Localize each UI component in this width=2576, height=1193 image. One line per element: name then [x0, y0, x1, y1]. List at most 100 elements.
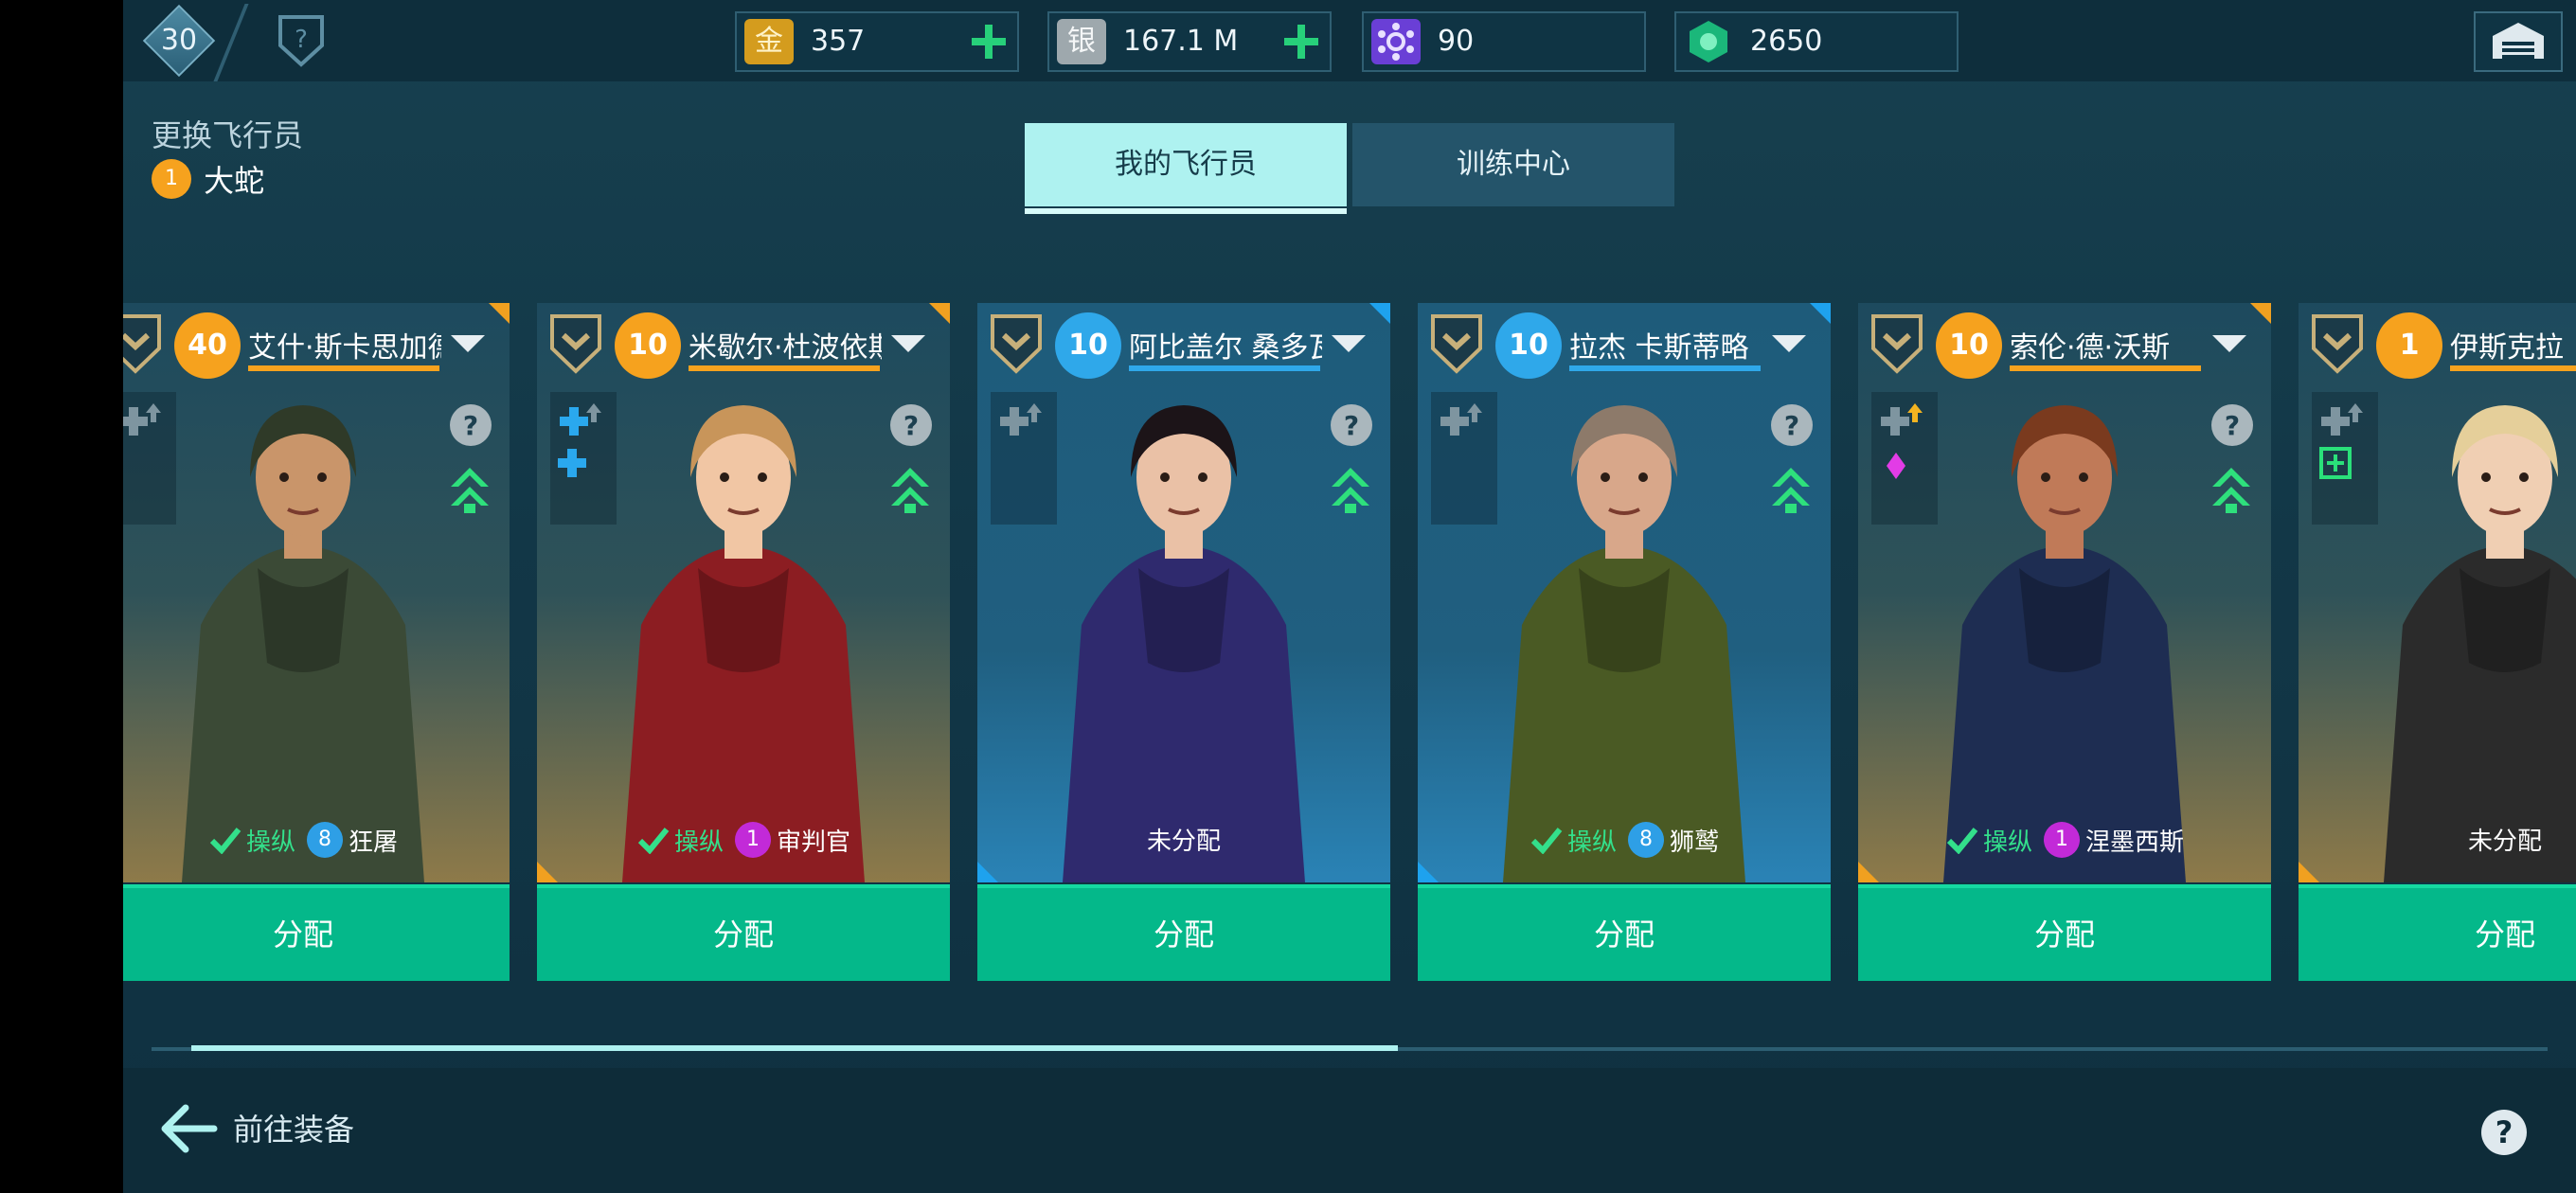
resource-gold: 金 357 — [735, 11, 1019, 72]
current-pilot-badge: 1 — [152, 159, 191, 199]
chevron-down-icon[interactable] — [451, 335, 485, 352]
pilot-card[interactable]: 10 拉杰 卡斯蒂略? 操纵 8 狮鹫 分配 — [1418, 303, 1831, 981]
svg-text:?: ? — [1344, 410, 1359, 441]
role-shield-icon[interactable] — [546, 312, 605, 375]
role-shield-icon[interactable] — [1868, 312, 1926, 375]
pilot-assignment-status: 未分配 — [977, 822, 1390, 867]
assign-button[interactable]: 分配 — [123, 884, 510, 981]
add-silver-button[interactable] — [1280, 21, 1322, 62]
pilot-card-header: 10 拉杰 卡斯蒂略 — [1418, 303, 1831, 381]
help-icon[interactable]: ? — [447, 401, 494, 449]
rarity-corner — [929, 303, 950, 324]
unassigned-label: 未分配 — [2467, 828, 2542, 856]
rarity-corner — [1858, 862, 1879, 882]
chevron-down-icon[interactable] — [891, 335, 925, 352]
pilot-card-header: 1 伊斯克拉 — [2299, 303, 2576, 381]
role-shield-icon[interactable] — [987, 312, 1046, 375]
pilot-assignment-status: 操纵 8 狂屠 — [123, 822, 510, 867]
resource-emerald: 2650 — [1674, 11, 1959, 72]
pilot-card[interactable]: 40 艾什·斯卡思加德? 操纵 8 狂屠 分配 — [123, 303, 510, 981]
svg-text:?: ? — [903, 410, 919, 441]
rarity-corner — [489, 303, 510, 324]
skill-icons — [991, 392, 1057, 525]
pilot-name-underline — [2010, 365, 2201, 371]
pilot-name-underline — [2450, 365, 2576, 371]
assign-button[interactable]: 分配 — [977, 884, 1390, 981]
assign-button[interactable]: 分配 — [1418, 884, 1831, 981]
ship-name: 狮鹫 — [1670, 828, 1720, 857]
help-icon[interactable]: ? — [1328, 401, 1375, 449]
ship-class-badge: 8 — [1628, 822, 1664, 858]
skill-boost-icon — [1881, 403, 1923, 479]
rarity-corner — [1418, 862, 1439, 882]
resource-value: 167.1 M — [1123, 25, 1239, 58]
role-shield-icon[interactable] — [1427, 312, 1486, 375]
upgrade-arrow-icon[interactable] — [1768, 462, 1814, 515]
tab-my-pilots[interactable]: 我的飞行员 — [1025, 123, 1347, 206]
help-icon[interactable]: ? — [2479, 1108, 2529, 1157]
top-bar: 30 ? 金 357 银 167.1 M 90 2650 — [123, 0, 2576, 81]
tab-training-center[interactable]: 训练中心 — [1352, 123, 1674, 206]
pilot-name: 索伦·德·沃斯 — [2010, 331, 2171, 362]
svg-text:?: ? — [295, 26, 308, 54]
rarity-corner — [537, 862, 558, 882]
current-pilot-name: 大蛇 — [204, 163, 265, 199]
divider — [213, 4, 249, 81]
scrollbar-thumb[interactable] — [191, 1045, 1398, 1051]
hangar-button[interactable] — [2474, 11, 2563, 72]
active-tab-indicator — [1025, 208, 1347, 214]
assign-button[interactable]: 分配 — [2299, 884, 2576, 981]
pilot-card[interactable]: 1伊斯克拉?未分配分配 — [2299, 303, 2576, 981]
player-rank-badge[interactable]: 30 — [142, 4, 216, 78]
pilot-card[interactable]: 10 阿比盖尔 桑多瓦尔? 未分配分配 — [977, 303, 1390, 981]
assign-button[interactable]: 分配 — [1858, 884, 2271, 981]
ship-name: 涅墨西斯 — [2085, 828, 2185, 857]
rank-level: 30 — [160, 24, 198, 57]
gold-icon: 金 — [744, 19, 794, 64]
pilot-card[interactable]: 10 米歇尔·杜波依斯? 操纵 1 审判官 分配 — [537, 303, 950, 981]
role-shield-icon[interactable] — [2308, 312, 2367, 375]
pilot-name-underline — [1129, 365, 1320, 371]
upgrade-arrow-icon[interactable] — [1328, 462, 1373, 515]
help-icon[interactable]: ? — [887, 401, 935, 449]
pilot-card[interactable]: 10 索伦·德·沃斯? 操纵 1 涅墨西斯 分配 — [1858, 303, 2271, 981]
upgrade-arrow-icon[interactable] — [887, 462, 933, 515]
back-arrow-icon[interactable] — [157, 1102, 218, 1155]
shield-help-icon[interactable]: ? — [275, 13, 328, 68]
pilot-level-badge: 10 — [615, 312, 681, 379]
add-gold-button[interactable] — [968, 21, 1010, 62]
role-shield-icon[interactable] — [123, 312, 165, 375]
help-icon[interactable]: ? — [2209, 401, 2256, 449]
chevron-down-icon[interactable] — [2212, 335, 2246, 352]
pilot-name-underline — [1569, 365, 1761, 371]
rarity-corner — [2250, 303, 2271, 324]
pilot-card-list[interactable]: 40 艾什·斯卡思加德? 操纵 8 狂屠 分配 10 米歇尔·杜波依斯? 操纵 1 审判官 分配 10 阿… — [123, 303, 2576, 985]
pilot-portrait — [1503, 405, 1745, 882]
rarity-corner — [977, 862, 998, 882]
chevron-down-icon[interactable] — [1332, 335, 1366, 352]
help-icon[interactable]: ? — [1768, 401, 1816, 449]
pilot-portrait — [2384, 405, 2576, 882]
assign-button[interactable]: 分配 — [537, 884, 950, 981]
go-to-equipment-link[interactable]: 前往装备 — [233, 1106, 354, 1149]
skill-icons — [1431, 392, 1497, 525]
pilot-card-header: 10 米歇尔·杜波依斯 — [537, 303, 950, 381]
pilot-assignment-status: 未分配 — [2299, 822, 2576, 867]
resource-molecule: 90 — [1362, 11, 1646, 72]
pilot-name: 米歇尔·杜波依斯 — [689, 331, 882, 362]
skill-boost-icon — [2319, 403, 2363, 479]
control-label: 操纵 — [1982, 828, 2032, 857]
upgrade-arrow-icon[interactable] — [447, 462, 492, 515]
control-label: 操纵 — [673, 828, 724, 857]
pilot-card-frame: 10 米歇尔·杜波依斯? 操纵 1 审判官 — [537, 303, 950, 882]
svg-text:?: ? — [2225, 410, 2240, 441]
skill-icons — [123, 392, 176, 525]
pilot-name: 艾什·斯卡思加德 — [248, 331, 441, 362]
ship-class-badge: 1 — [2044, 822, 2080, 858]
chevron-down-icon[interactable] — [1772, 335, 1806, 352]
pilot-name: 阿比盖尔 桑多瓦尔 — [1129, 331, 1322, 362]
upgrade-arrow-icon[interactable] — [2209, 462, 2254, 515]
pilot-card-frame: 10 阿比盖尔 桑多瓦尔? 未分配 — [977, 303, 1390, 882]
pilot-screen: 30 ? 金 357 银 167.1 M 90 2650 更换飞行员 1 大蛇 我的飞行员… — [123, 0, 2576, 1193]
pilot-name-underline — [689, 365, 880, 371]
